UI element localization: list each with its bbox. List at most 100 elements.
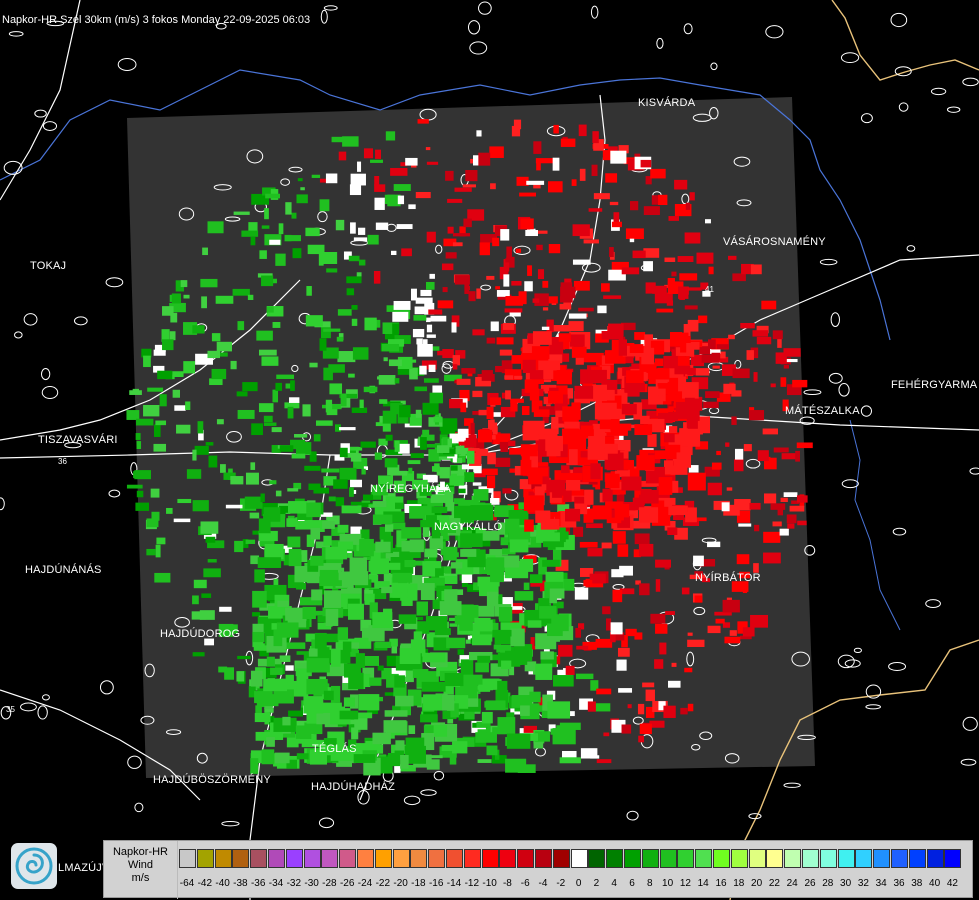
radar-echo-cell xyxy=(705,391,720,399)
radar-echo-cell xyxy=(367,234,379,245)
radar-echo-cell xyxy=(634,533,650,545)
radar-echo-cell xyxy=(351,305,358,310)
radar-echo-cell xyxy=(273,689,294,704)
radar-echo-cell xyxy=(629,201,639,211)
radar-echo-cell xyxy=(609,247,614,258)
radar-echo-cell xyxy=(721,502,730,512)
radar-echo-cell xyxy=(716,450,721,456)
radar-echo-cell xyxy=(377,665,384,671)
radar-echo-cell xyxy=(496,337,514,345)
radar-echo-cell xyxy=(485,700,506,711)
radar-echo-cell xyxy=(336,336,344,342)
radar-echo-cell xyxy=(645,689,655,702)
radar-echo-cell xyxy=(648,386,659,400)
radar-echo-cell xyxy=(353,237,368,242)
city-label-kisvarda: KISVÁRDA xyxy=(638,97,696,109)
radar-echo-cell xyxy=(712,365,720,369)
radar-echo-cell xyxy=(525,230,538,237)
radar-echo-cell xyxy=(192,449,197,461)
radar-echo-cell xyxy=(655,623,668,634)
radar-echo-cell xyxy=(606,618,612,631)
radar-echo-cell xyxy=(770,503,786,510)
radar-echo-cell xyxy=(180,280,188,288)
radar-echo-cell xyxy=(723,383,736,394)
radar-echo-cell xyxy=(506,246,512,258)
legend-tick-label: 26 xyxy=(804,878,816,889)
legend-tick-label: 6 xyxy=(629,878,635,889)
radar-echo-cell xyxy=(548,244,561,254)
radar-echo-cell xyxy=(155,544,161,558)
radar-echo-cell xyxy=(559,303,572,310)
radar-echo-cell xyxy=(674,365,691,375)
radar-echo-cell xyxy=(211,368,227,380)
legend-tick-label: -10 xyxy=(482,878,497,889)
radar-echo-cell xyxy=(374,197,385,210)
radar-echo-cell xyxy=(459,618,473,631)
radar-echo-cell xyxy=(311,589,323,601)
legend-swatch xyxy=(250,849,268,868)
radar-echo-cell xyxy=(733,459,744,472)
legend-swatch xyxy=(321,849,339,868)
radar-echo-cell xyxy=(694,595,703,603)
radar-echo-cell xyxy=(529,388,540,401)
radar-echo-cell xyxy=(385,131,396,141)
radar-echo-cell xyxy=(572,259,591,265)
radar-echo-cell xyxy=(738,523,752,527)
radar-echo-cell xyxy=(569,334,585,347)
radar-echo-cell xyxy=(789,505,805,512)
radar-echo-cell xyxy=(287,536,301,548)
radar-echo-cell xyxy=(422,402,439,415)
radar-echo-cell xyxy=(592,131,599,144)
radar-echo-cell xyxy=(442,694,455,711)
legend-tick-label: -32 xyxy=(286,878,302,889)
radar-echo-cell xyxy=(154,572,171,583)
radar-echo-cell xyxy=(655,285,667,294)
radar-echo-cell xyxy=(368,560,378,572)
radar-echo-cell xyxy=(291,212,297,219)
radar-echo-cell xyxy=(460,549,477,557)
radar-echo-cell xyxy=(241,230,259,237)
radar-echo-cell xyxy=(650,168,666,179)
radar-echo-cell xyxy=(460,533,483,548)
radar-echo-cell xyxy=(408,725,416,734)
city-label-nyiregyhaza: NYÍREGYHÁZA xyxy=(370,483,452,495)
radar-echo-cell xyxy=(579,168,586,181)
radar-echo-cell xyxy=(201,296,207,309)
radar-echo-cell xyxy=(143,404,160,417)
radar-echo-cell xyxy=(687,632,693,636)
radar-echo-cell xyxy=(509,539,529,553)
legend-swatch xyxy=(766,849,784,868)
radar-echo-cell xyxy=(426,161,439,165)
radar-echo-cell xyxy=(680,707,688,715)
radar-echo-cell xyxy=(541,326,550,331)
radar-echo-cell xyxy=(237,655,251,660)
radar-echo-cell xyxy=(522,359,536,373)
radar-echo-cell xyxy=(655,559,671,568)
radar-echo-cell xyxy=(417,119,429,124)
legend-swatch xyxy=(268,849,285,868)
radar-echo-cell xyxy=(489,397,502,406)
radar-echo-cell xyxy=(558,644,573,657)
radar-echo-cell xyxy=(358,694,380,711)
radar-echo-cell xyxy=(242,382,258,392)
radar-echo-cell xyxy=(477,759,492,763)
radar-echo-cell xyxy=(348,373,355,378)
radar-echo-cell xyxy=(337,309,352,316)
radar-echo-cell xyxy=(135,433,141,440)
radar-echo-cell xyxy=(260,493,265,503)
radar-echo-cell xyxy=(279,445,294,452)
radar-echo-cell xyxy=(687,639,705,647)
legend-tick-label: 28 xyxy=(822,878,834,889)
radar-echo-cell xyxy=(578,124,587,137)
radar-echo-cell xyxy=(287,406,294,419)
radar-echo-cell xyxy=(395,695,414,707)
radar-echo-cell xyxy=(574,385,594,399)
radar-echo-cell xyxy=(272,321,281,328)
radar-echo-cell xyxy=(369,677,382,686)
radar-echo-cell xyxy=(576,645,589,650)
radar-echo-cell xyxy=(583,239,599,244)
legend-swatch xyxy=(446,849,463,868)
radar-echo-cell xyxy=(564,508,581,522)
radar-echo-cell xyxy=(393,300,411,310)
radar-echo-cell xyxy=(434,463,440,472)
